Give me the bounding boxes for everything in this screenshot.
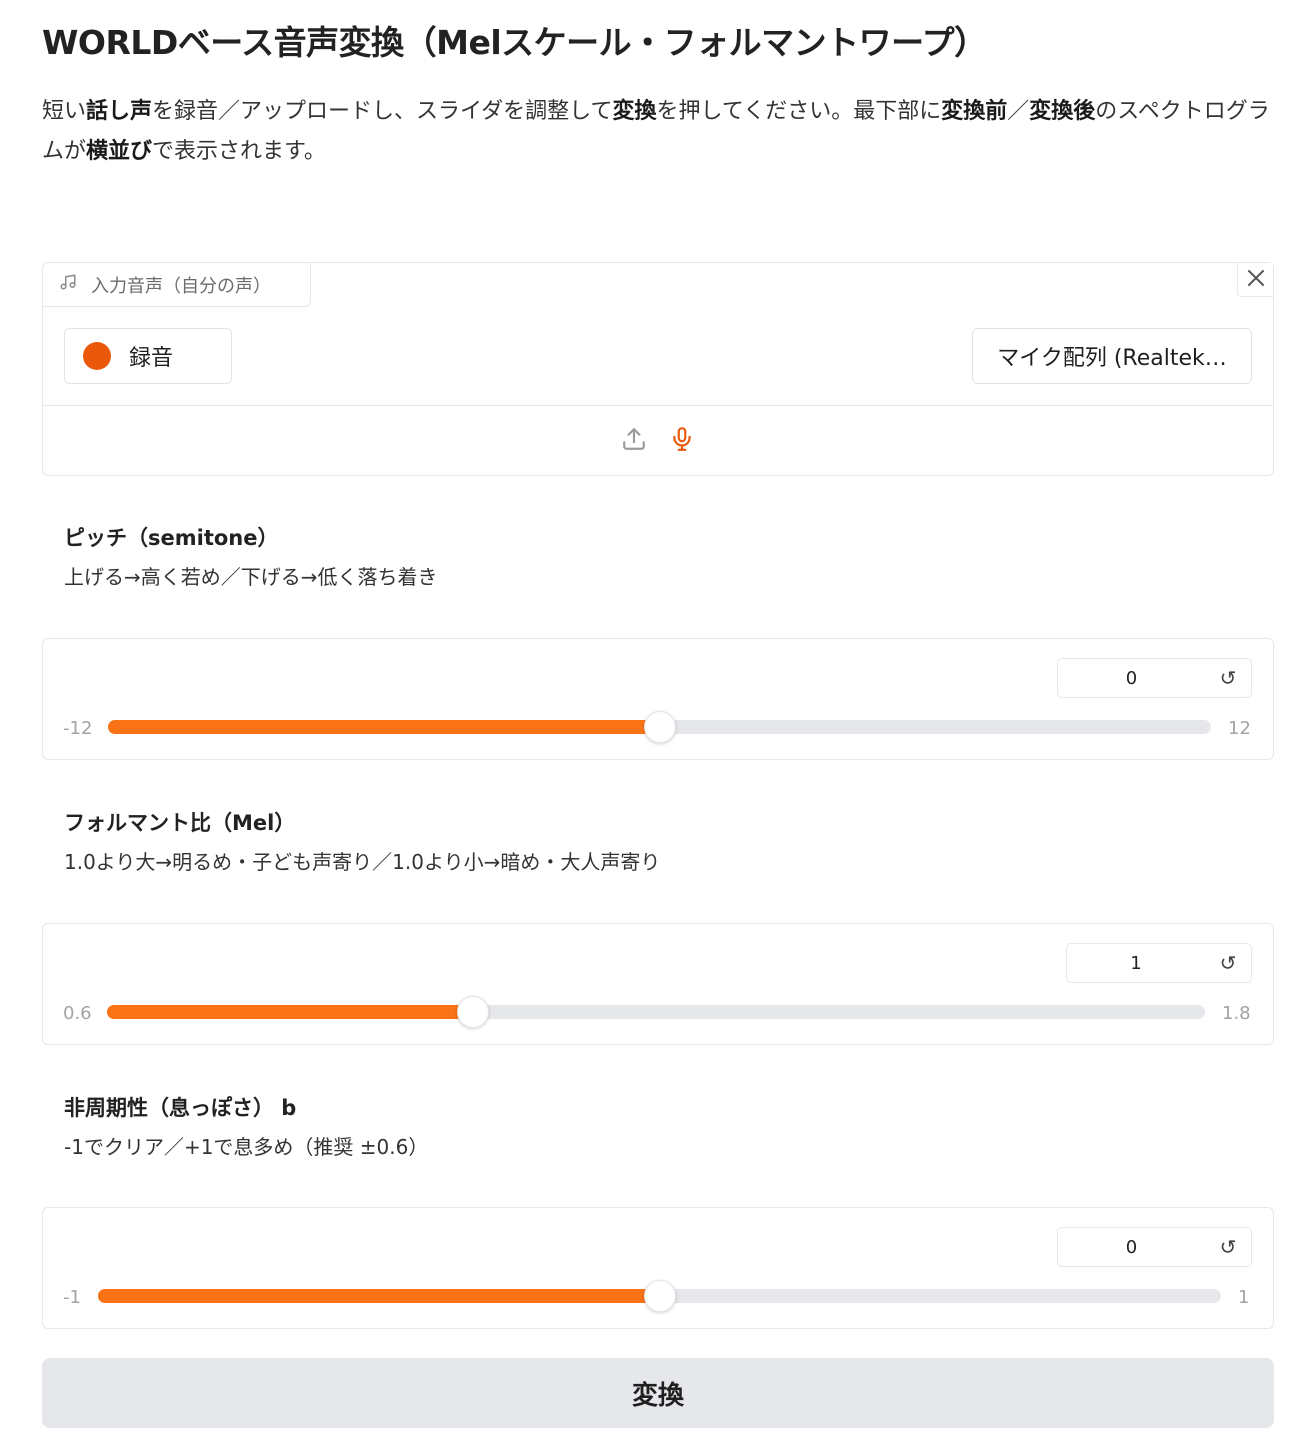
aperiodicity-min-label: -1 [63,1287,81,1308]
pitch-info: 上げる→高く若め／下げる→低く落ち着き [64,565,438,589]
pitch-slider[interactable] [108,711,1211,743]
description-segment: 横並び [86,139,153,164]
formant-slider-thumb[interactable] [457,996,489,1028]
aperiodicity-slider-panel: 0 ↺ -1 1 [42,1207,1274,1329]
description-segment: ／ [1007,99,1030,124]
aperiodicity-slider-fill [98,1289,660,1303]
formant-label: フォルマント比（Mel） [64,811,296,835]
pitch-number-input[interactable]: 0 [1057,658,1206,698]
pitch-slider-panel: 0 ↺ -12 12 [42,638,1274,760]
aperiodicity-slider-thumb[interactable] [643,1280,676,1312]
pitch-reset-button[interactable]: ↺ [1205,658,1252,698]
formant-info: 1.0より大→明るめ・子ども声寄り／1.0より小→暗め・大人声寄り [64,850,661,874]
aperiodicity-info: -1でクリア／+1で息多め（推奨 ±0.6） [64,1135,429,1159]
aperiodicity-number-input[interactable]: 0 [1057,1227,1206,1267]
description-segment: 変換前 [941,99,1008,124]
audio-input-label: 入力音声（自分の声） [43,263,311,307]
close-icon [1246,268,1266,292]
formant-min-label: 0.6 [63,1003,92,1024]
formant-slider-panel: 1 ↺ 0.6 1.8 [42,923,1274,1045]
aperiodicity-label: 非周期性（息っぽさ） b [64,1096,297,1120]
close-button[interactable] [1237,263,1273,297]
microphone-device-select[interactable]: マイク配列 (Realtek… [972,328,1252,384]
formant-slider[interactable] [107,996,1205,1028]
formant-number-input[interactable]: 1 [1066,943,1206,983]
audio-source-selector [43,423,1273,455]
page-description: 短い話し声を録音／アップロードし、スライダを調整して変換を押してください。最下部… [42,92,1282,172]
pitch-slider-fill [108,720,660,734]
description-segment: 話し声 [86,99,153,124]
description-segment: 変換後 [1029,99,1096,124]
record-dot-icon [83,342,111,370]
description-segment: で表示されます。 [152,139,326,164]
audio-input-label-text: 入力音声（自分の声） [91,275,271,297]
aperiodicity-reset-button[interactable]: ↺ [1205,1227,1252,1267]
formant-max-label: 1.8 [1222,1003,1251,1024]
description-segment: 短い [42,99,87,124]
music-note-icon [59,273,77,296]
audio-divider [43,405,1273,406]
pitch-label: ピッチ（semitone） [64,526,279,550]
microphone-icon[interactable] [668,423,696,455]
pitch-min-label: -12 [63,718,93,739]
record-button[interactable]: 録音 [64,328,232,384]
pitch-max-label: 12 [1228,718,1251,739]
aperiodicity-slider[interactable] [98,1280,1221,1312]
reset-icon: ↺ [1219,1235,1237,1259]
formant-reset-button[interactable]: ↺ [1205,943,1252,983]
audio-input-panel: 入力音声（自分の声） 録音 マイク配列 (Realtek… [42,262,1274,476]
description-segment: を録音／アップロードし、スライダを調整して [152,99,613,124]
record-button-label: 録音 [129,346,174,371]
description-segment: を押してください。最下部に [656,99,942,124]
formant-slider-fill [107,1005,473,1019]
microphone-device-value: マイク配列 (Realtek… [997,346,1227,371]
aperiodicity-max-label: 1 [1238,1287,1250,1308]
pitch-slider-thumb[interactable] [643,711,676,743]
page-title: WORLDベース音声変換（Melスケール・フォルマントワープ） [42,23,987,62]
reset-icon: ↺ [1219,666,1237,690]
reset-icon: ↺ [1219,951,1237,975]
convert-button[interactable]: 変換 [42,1358,1274,1428]
upload-icon[interactable] [620,423,648,455]
description-segment: 変換 [612,99,657,124]
